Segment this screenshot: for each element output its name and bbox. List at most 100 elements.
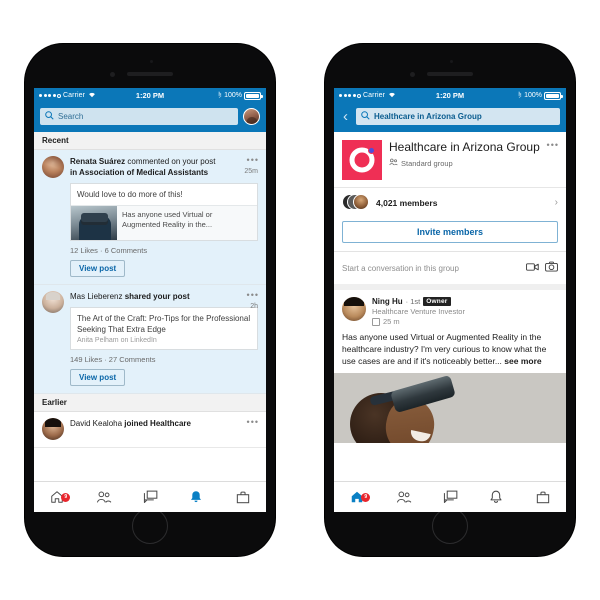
notification-item[interactable]: Mas Lieberenz shared your post The Art o…: [34, 285, 266, 394]
group-logo: [342, 140, 382, 180]
tab-home[interactable]: 9: [34, 490, 80, 504]
avatar: [42, 291, 64, 313]
right-phone-screen: Carrier 1:20 PM 100% ‹ Healthcare in Ari…: [334, 88, 566, 512]
section-header-recent: Recent: [34, 132, 266, 150]
carrier-label: Carrier: [363, 92, 386, 99]
group-icon: [389, 158, 398, 168]
group-type-row: Standard group: [389, 158, 556, 168]
notification-body: David Kealoha joined Healthcare: [70, 418, 258, 440]
post-header: Ning Hu · 1st Owner Healthcare Venture I…: [342, 297, 558, 326]
see-more-link[interactable]: see more: [504, 356, 541, 366]
search-input[interactable]: Search: [40, 108, 238, 125]
tab-my-network[interactable]: [80, 490, 126, 504]
notification-title: Mas Lieberenz shared your post: [70, 291, 258, 302]
search-placeholder: Search: [58, 112, 84, 121]
notification-item[interactable]: David Kealoha joined Healthcare •••: [34, 412, 266, 448]
invite-members-button[interactable]: Invite members: [342, 221, 558, 243]
search-value: Healthcare in Arizona Group: [374, 112, 482, 121]
quoted-post[interactable]: The Art of the Craft: Pro-Tips for the P…: [70, 307, 258, 350]
post-time-row: 25 m: [372, 317, 465, 326]
shared-link-card: Has anyone used Virtual or Augmented Rea…: [71, 205, 257, 240]
wifi-icon: [388, 91, 396, 100]
status-bar-right: 100%: [218, 90, 263, 101]
group-post: Ning Hu · 1st Owner Healthcare Venture I…: [334, 290, 566, 443]
signal-strength-icon: [339, 93, 361, 98]
earpiece-speaker: [127, 72, 173, 76]
action-text: joined Healthcare: [124, 419, 191, 428]
group-type-label: Standard group: [401, 158, 453, 168]
tab-notifications[interactable]: [473, 490, 519, 504]
left-phone-device: Carrier 1:20 PM 100% Search Recent Renat…: [25, 44, 275, 556]
right-phone-device: Carrier 1:20 PM 100% ‹ Healthcare in Ari…: [325, 44, 575, 556]
right-navbar: ‹ Healthcare in Arizona Group: [334, 103, 566, 132]
notification-item[interactable]: Renata Suárez commented on your post in …: [34, 150, 266, 285]
action-context: in Association of Medical Assistants: [70, 168, 209, 177]
more-options-icon[interactable]: •••: [247, 291, 259, 300]
post-author-block: Ning Hu · 1st Owner Healthcare Venture I…: [372, 297, 465, 326]
bluetooth-icon: [218, 90, 222, 101]
notification-title: David Kealoha joined Healthcare: [70, 418, 258, 429]
avatar: [42, 156, 64, 178]
tab-jobs[interactable]: [520, 491, 566, 504]
right-tab-bar: 9: [334, 481, 566, 512]
front-camera: [410, 72, 415, 77]
home-badge: 9: [61, 493, 71, 502]
action-text: commented on your post: [127, 157, 216, 166]
post-author-headline: Healthcare Venture Investor: [372, 307, 465, 316]
avatar[interactable]: [342, 297, 366, 321]
view-post-button[interactable]: View post: [70, 369, 126, 386]
globe-icon: [372, 317, 380, 326]
tab-jobs[interactable]: [220, 491, 266, 504]
home-button[interactable]: [132, 508, 168, 544]
owner-badge: Owner: [423, 297, 451, 306]
members-count: 4,021 members: [376, 197, 438, 208]
front-camera: [110, 72, 115, 77]
group-header-text: Healthcare in Arizona Group Standard gro…: [389, 140, 556, 180]
tab-notifications[interactable]: [173, 490, 219, 504]
section-header-earlier: Earlier: [34, 394, 266, 412]
composer-placeholder: Start a conversation in this group: [342, 263, 459, 273]
engagement-stats: 149 Likes · 27 Comments: [70, 355, 156, 364]
members-row[interactable]: 4,021 members ›: [334, 187, 566, 217]
profile-avatar[interactable]: [243, 108, 260, 125]
post-author-name[interactable]: Ning Hu: [372, 297, 403, 306]
search-icon: [45, 111, 54, 122]
tab-messaging[interactable]: [427, 490, 473, 504]
post-timestamp: 25 m: [383, 317, 400, 326]
post-image-vr-headset[interactable]: [334, 373, 566, 443]
camera-icon[interactable]: [545, 259, 558, 277]
shared-article-title: The Art of the Craft: Pro-Tips for the P…: [77, 314, 251, 334]
search-input[interactable]: Healthcare in Arizona Group: [356, 108, 560, 125]
more-options-icon[interactable]: •••: [547, 140, 559, 150]
notifications-list: Recent Renata Suárez commented on your p…: [34, 132, 266, 488]
left-phone-screen: Carrier 1:20 PM 100% Search Recent Renat…: [34, 88, 266, 512]
proximity-sensor: [150, 60, 153, 63]
notification-body: Mas Lieberenz shared your post The Art o…: [70, 291, 258, 386]
signal-strength-icon: [39, 93, 61, 98]
chevron-right-icon: ›: [554, 197, 558, 208]
action-text: shared your post: [124, 292, 190, 301]
tab-messaging[interactable]: [127, 490, 173, 504]
home-button[interactable]: [432, 508, 468, 544]
tab-home[interactable]: 9: [334, 490, 380, 504]
video-icon[interactable]: [526, 259, 539, 277]
composer-row[interactable]: Start a conversation in this group: [334, 251, 566, 290]
group-page: Healthcare in Arizona Group Standard gro…: [334, 132, 566, 488]
group-name: Healthcare in Arizona Group: [389, 140, 540, 154]
home-badge: 9: [361, 493, 371, 502]
tab-my-network[interactable]: [380, 490, 426, 504]
more-options-icon[interactable]: •••: [247, 156, 259, 165]
timestamp: 25m: [244, 168, 258, 175]
post-author-row: Ning Hu · 1st Owner: [372, 297, 465, 306]
quoted-post[interactable]: Would love to do more of this! Has anyon…: [70, 183, 258, 241]
left-navbar: Search: [34, 103, 266, 132]
more-options-icon[interactable]: •••: [247, 418, 259, 427]
post-thumbnail-image: [71, 206, 117, 240]
search-icon: [361, 111, 370, 122]
status-bar: Carrier 1:20 PM 100%: [334, 88, 566, 103]
status-bar-right: 100%: [518, 90, 563, 101]
left-tab-bar: 9: [34, 481, 266, 512]
view-post-button[interactable]: View post: [70, 260, 126, 277]
back-chevron-icon[interactable]: ‹: [340, 109, 351, 124]
connection-degree: · 1st: [405, 297, 421, 306]
